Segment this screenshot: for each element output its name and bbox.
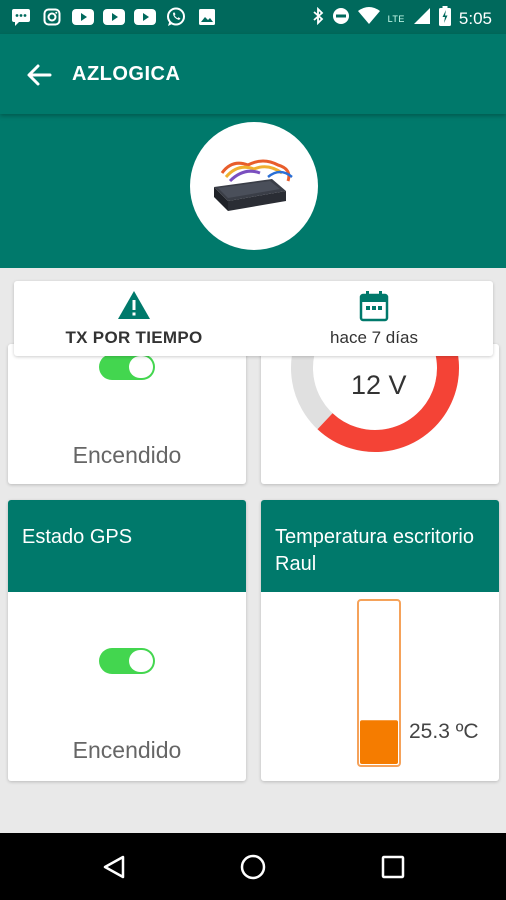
status-bar: LTE 5:05 [0, 0, 506, 34]
triangle-back-icon [103, 855, 125, 879]
youtube-icon [134, 7, 156, 27]
arrow-back-icon [27, 64, 52, 86]
voltage-tile: 12 V [261, 344, 499, 484]
temperature-tile: Temperatura escritorio Raul 25.3 ºC [261, 500, 499, 781]
youtube-icon [103, 7, 125, 27]
temperature-title: Temperatura escritorio Raul [261, 500, 499, 592]
device-avatar [190, 122, 318, 250]
thermometer-fill [360, 720, 398, 764]
whatsapp-icon [165, 7, 187, 27]
wifi-icon [357, 7, 380, 30]
temperature-value: 25.3 ºC [409, 720, 479, 743]
nav-home-button[interactable] [231, 845, 275, 889]
warning-icon [117, 290, 151, 322]
youtube-icon [72, 7, 94, 27]
do-not-disturb-icon [332, 7, 350, 30]
chat-icon [10, 7, 32, 27]
calendar-icon [359, 290, 389, 322]
bluetooth-icon [312, 6, 324, 30]
voltage-gauge [291, 344, 459, 452]
square-recents-icon [381, 855, 405, 879]
battery-icon [438, 6, 451, 31]
signal-icon [413, 7, 431, 30]
device-header [0, 114, 506, 268]
network-label: LTE [387, 13, 405, 24]
instagram-icon [41, 7, 63, 27]
gps-toggle[interactable] [99, 648, 155, 674]
image-icon [196, 7, 218, 27]
transmission-info-card: TX POR TIEMPO hace 7 días [14, 281, 493, 356]
ignition-state: Encendido [72, 442, 182, 468]
last-transmission: hace 7 días [254, 281, 493, 356]
gps-status-tile: Estado GPS Encendido [8, 500, 246, 781]
nav-back-button[interactable] [92, 845, 136, 889]
tx-mode-label: TX POR TIEMPO [65, 328, 203, 347]
circle-home-icon [240, 854, 266, 880]
gps-status-title: Estado GPS [8, 500, 246, 592]
gps-tracker-device-icon [214, 159, 293, 211]
clock: 5:05 [458, 8, 492, 28]
system-nav-bar [0, 833, 506, 900]
tx-mode: TX POR TIEMPO [14, 281, 254, 356]
last-transmission-label: hace 7 días [330, 328, 418, 347]
voltage-value: 12 V [351, 370, 407, 400]
gps-state: Encendido [72, 737, 182, 763]
thermometer-bar [357, 599, 401, 767]
nav-recents-button[interactable] [371, 845, 415, 889]
notification-icons [10, 7, 218, 27]
app-bar: AZLOGICA [0, 34, 506, 114]
system-icons: LTE 5:05 [312, 6, 492, 31]
page-title: AZLOGICA [72, 63, 181, 85]
ignition-tile: Encendido [8, 344, 246, 484]
ignition-toggle[interactable] [99, 354, 155, 380]
back-button[interactable] [22, 58, 56, 92]
